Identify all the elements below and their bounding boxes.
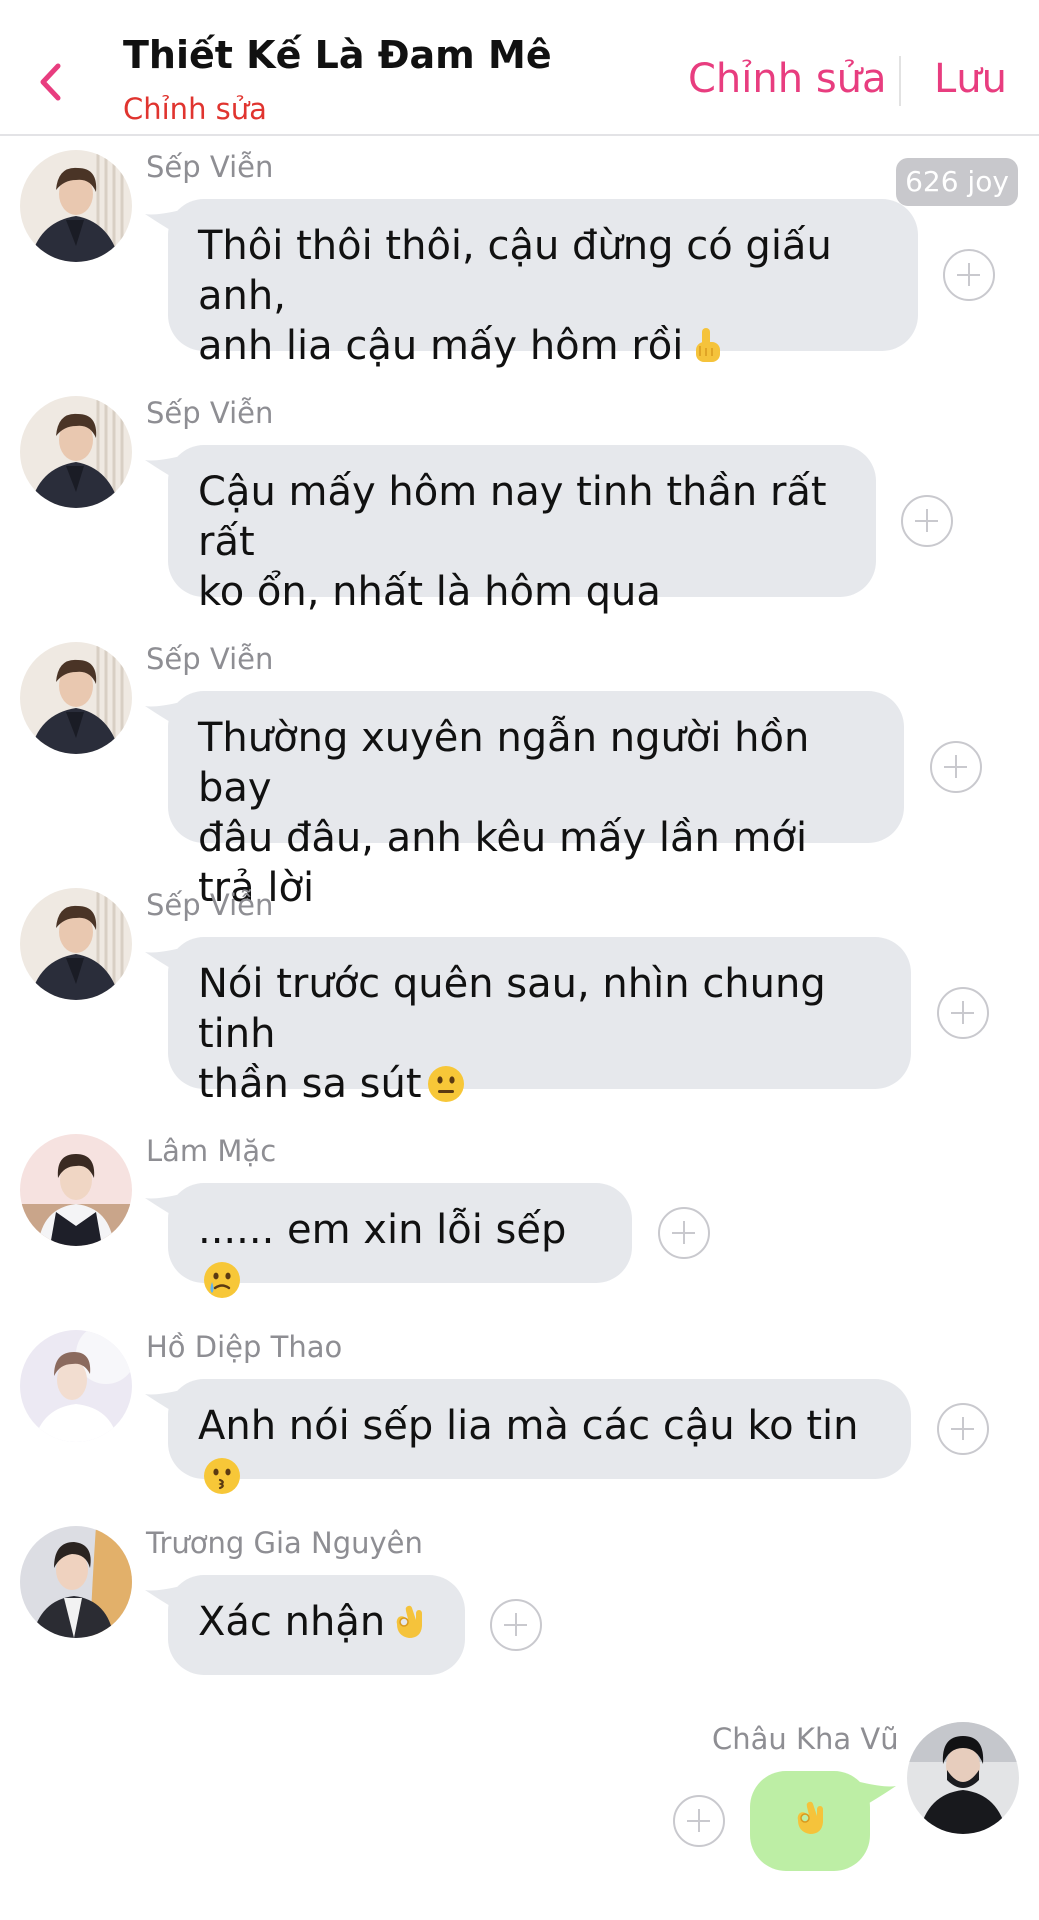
portrait-photo bbox=[907, 1722, 1019, 1834]
kissing-face-icon bbox=[202, 1456, 242, 1496]
message-line: đâu đâu, anh kêu mấy lần mới trả lời bbox=[198, 815, 808, 911]
portrait-photo bbox=[20, 888, 132, 1000]
message-line: ko ổn, nhất là hôm qua bbox=[198, 569, 661, 615]
message-line: Anh nói sếp lia mà các cậu ko tin bbox=[198, 1403, 859, 1449]
ok-hand-icon bbox=[790, 1798, 830, 1838]
message-line: Nói trước quên sau, nhìn chung tinh bbox=[198, 961, 826, 1057]
message-line: anh lia cậu mấy hôm rồi bbox=[198, 323, 684, 369]
avatar[interactable] bbox=[20, 396, 132, 508]
message-line: Thường xuyên ngẫn người hồn bay bbox=[198, 715, 810, 811]
avatar[interactable] bbox=[20, 150, 132, 262]
message-bubble[interactable]: Xác nhận bbox=[168, 1575, 465, 1675]
message-bubble[interactable]: Anh nói sếp lia mà các cậu ko tin bbox=[168, 1379, 911, 1494]
tearful-smile-face-icon bbox=[202, 1260, 242, 1300]
add-reaction-button[interactable] bbox=[901, 495, 953, 547]
message-line: Xác nhận bbox=[198, 1599, 386, 1645]
message-bubble[interactable]: Thôi thôi thôi, cậu đừng có giấu anh, an… bbox=[168, 199, 918, 369]
message-bubble[interactable]: ...... em xin lỗi sếp bbox=[168, 1183, 632, 1298]
portrait-photo bbox=[20, 1526, 132, 1638]
sender-name: Châu Kha Vũ bbox=[712, 1722, 899, 1756]
neutral-face-icon bbox=[426, 1064, 466, 1104]
sender-name: Sếp Viễn bbox=[146, 150, 274, 184]
message-line: thần sa sút bbox=[198, 1061, 422, 1107]
sender-name: Trương Gia Nguyên bbox=[146, 1526, 423, 1560]
portrait-photo bbox=[20, 396, 132, 508]
message-bubble[interactable]: Nói trước quên sau, nhìn chung tinh thần… bbox=[168, 937, 911, 1107]
avatar[interactable] bbox=[20, 1330, 132, 1442]
add-reaction-button[interactable] bbox=[937, 987, 989, 1039]
sender-name: Sếp Viễn bbox=[146, 888, 274, 922]
ok-hand-icon bbox=[389, 1602, 429, 1642]
add-reaction-button[interactable] bbox=[943, 249, 995, 301]
message-line: ...... em xin lỗi sếp bbox=[198, 1207, 567, 1253]
avatar[interactable] bbox=[20, 1526, 132, 1638]
add-reaction-button[interactable] bbox=[937, 1403, 989, 1455]
portrait-photo bbox=[20, 1134, 132, 1246]
avatar[interactable] bbox=[20, 1134, 132, 1246]
chat-subtitle[interactable]: Chỉnh sửa bbox=[123, 92, 267, 126]
sender-name: Lâm Mặc bbox=[146, 1134, 277, 1168]
header-divider bbox=[899, 56, 901, 106]
chevron-left-icon bbox=[40, 63, 61, 101]
message-bubble[interactable] bbox=[750, 1771, 870, 1871]
sender-name: Sếp Viễn bbox=[146, 642, 274, 676]
edit-button[interactable]: Chỉnh sửa bbox=[688, 56, 887, 102]
message-bubble[interactable]: Cậu mấy hôm nay tinh thần rất rất ko ổn,… bbox=[168, 445, 876, 615]
sender-name: Sếp Viễn bbox=[146, 396, 274, 430]
avatar[interactable] bbox=[907, 1722, 1019, 1834]
avatar[interactable] bbox=[20, 642, 132, 754]
add-reaction-button[interactable] bbox=[658, 1207, 710, 1259]
add-reaction-button[interactable] bbox=[490, 1599, 542, 1651]
add-reaction-button[interactable] bbox=[673, 1795, 725, 1847]
portrait-photo bbox=[20, 1330, 132, 1442]
joy-badge: 626 joy bbox=[896, 158, 1018, 206]
back-button[interactable] bbox=[30, 55, 78, 111]
sender-name: Hồ Diệp Thao bbox=[146, 1330, 343, 1364]
portrait-photo bbox=[20, 150, 132, 262]
chat-title: Thiết Kế Là Đam Mê bbox=[123, 33, 552, 77]
add-reaction-button[interactable] bbox=[930, 741, 982, 793]
save-button[interactable]: Lưu bbox=[934, 56, 1007, 102]
message-line: Cậu mấy hôm nay tinh thần rất rất bbox=[198, 469, 827, 565]
portrait-photo bbox=[20, 642, 132, 754]
message-bubble[interactable]: Thường xuyên ngẫn người hồn bay đâu đâu,… bbox=[168, 691, 904, 911]
pointing-up-hand-icon bbox=[687, 326, 727, 366]
avatar[interactable] bbox=[20, 888, 132, 1000]
chat-header: Thiết Kế Là Đam Mê Chỉnh sửa Chỉnh sửa L… bbox=[0, 0, 1039, 136]
message-line: Thôi thôi thôi, cậu đừng có giấu anh, bbox=[198, 223, 832, 319]
